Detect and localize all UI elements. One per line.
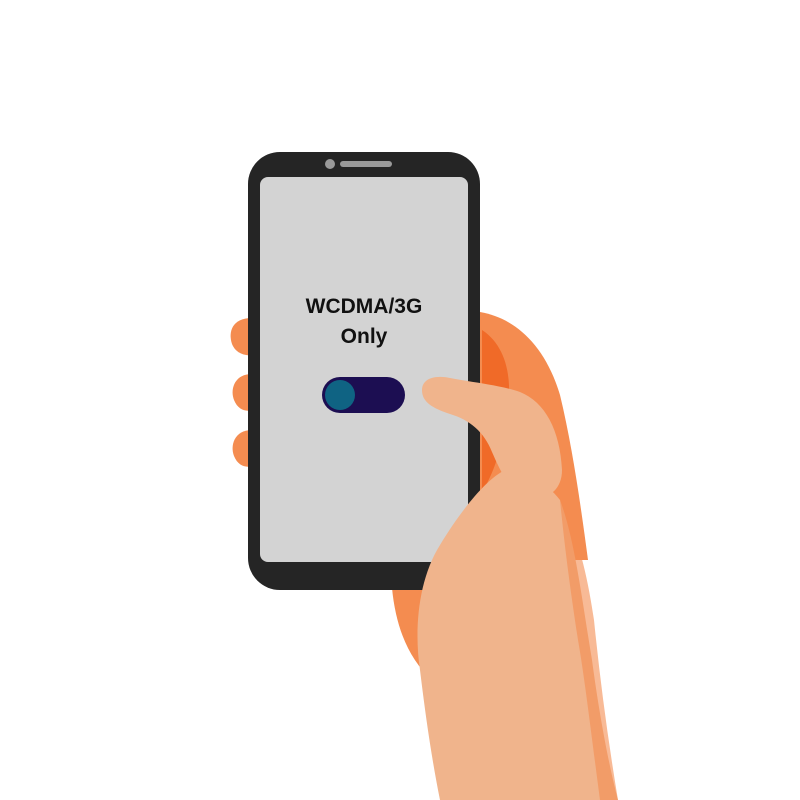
network-mode-toggle[interactable] xyxy=(322,377,405,413)
illustration-stage: WCDMA/3G Only xyxy=(0,0,800,800)
hand-holding-phone-illustration xyxy=(230,152,618,800)
front-camera-icon xyxy=(325,159,335,169)
network-mode-label-line2: Only xyxy=(340,325,388,348)
network-mode-label-line1: WCDMA/3G xyxy=(305,295,423,318)
network-mode-label: WCDMA/3G Only xyxy=(262,292,466,352)
phone xyxy=(248,152,480,590)
earpiece-speaker-icon xyxy=(340,161,392,167)
toggle-knob[interactable] xyxy=(325,380,355,410)
phone-screen xyxy=(260,177,468,562)
